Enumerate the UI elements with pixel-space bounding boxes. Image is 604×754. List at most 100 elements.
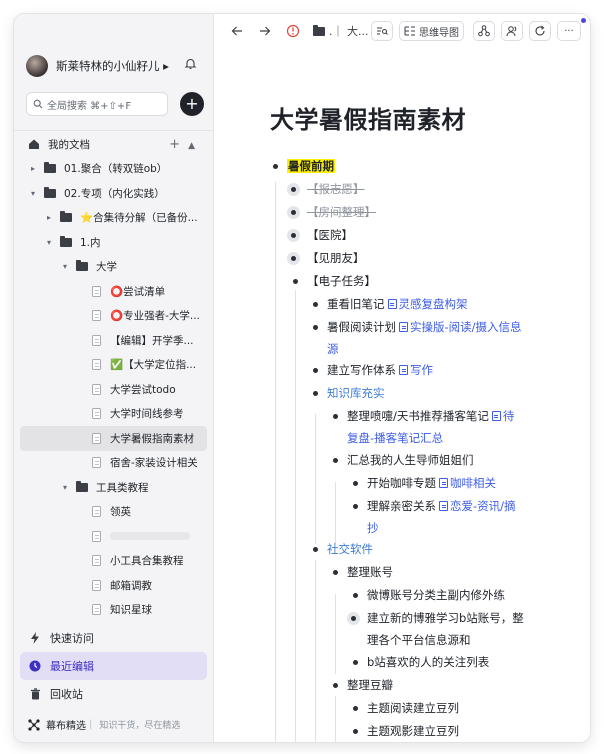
document-tree: 我的文档 + ▲ ▸ 01.聚合（转双链ob） ▾ 02.专项（内化实践） ▸ ⭐️合集… [14, 132, 213, 622]
tree-label: 02.专项（内化实践） [64, 187, 165, 200]
bullet-icon[interactable] [353, 660, 358, 665]
bullet-icon[interactable] [313, 547, 318, 552]
search-input[interactable]: 全局搜索 ⌘+⇧+F [26, 92, 168, 116]
chevron-down-icon[interactable]: ▾ [60, 262, 70, 271]
tree-item[interactable]: 知识星球 [14, 598, 213, 623]
outline-text: 建立写作体系 [327, 363, 396, 377]
bullet-icon[interactable] [313, 302, 318, 307]
outline-item[interactable]: b站喜欢的人的关注列表 [367, 651, 489, 673]
outline-item[interactable]: 主题观影建立豆列 [367, 720, 459, 742]
outline-item[interactable]: 【电子任务】 [307, 270, 376, 292]
outline-item[interactable]: 整理喷嚏/天书推荐播客笔记待复盘-播客笔记汇总 [347, 405, 547, 449]
collapsed-bullet-icon[interactable] [287, 206, 300, 219]
bullet-icon[interactable] [333, 683, 338, 688]
outline-text: 【电子任务】 [307, 274, 376, 288]
bullet-icon[interactable] [353, 729, 358, 734]
tree-item-blurred[interactable] [14, 524, 213, 549]
outline-item[interactable]: 汇总我的人生导师姐姐们 [347, 449, 474, 471]
collapsed-bullet-icon[interactable] [287, 183, 300, 196]
tree-item[interactable]: ✅【大学定位指... [14, 353, 213, 378]
outline-item[interactable]: 【报志愿】 [307, 178, 365, 200]
chevron-right-icon[interactable]: ▸ [28, 164, 38, 173]
bullet-icon[interactable] [313, 391, 318, 396]
outline-item[interactable]: 开始咖啡专题 咖啡相关 [367, 472, 496, 494]
add-button[interactable]: + [180, 92, 204, 116]
doc-link[interactable]: 复盘-播客笔记汇总 [347, 431, 443, 445]
collapsed-bullet-icon[interactable] [287, 252, 300, 265]
tree-item[interactable]: 小工具合集教程 [14, 549, 213, 574]
bullet-icon[interactable] [353, 481, 358, 486]
tree-root-my-docs[interactable]: 我的文档 + ▲ [14, 132, 213, 157]
outline-item[interactable]: 【医院】 [307, 224, 353, 246]
chevron-down-icon[interactable]: ▾ [44, 238, 54, 247]
bell-icon[interactable] [184, 57, 197, 73]
collapsed-bullet-icon[interactable] [347, 612, 360, 625]
tree-item[interactable]: 【编辑】开学季... [14, 328, 213, 353]
outline-item[interactable]: 重看旧笔记 灵感复盘构架 [327, 293, 468, 315]
bullet-icon[interactable] [293, 279, 298, 284]
tree-item[interactable]: ⭕专业强者-大学... [14, 304, 213, 329]
doc-link[interactable]: 写作 [410, 363, 433, 377]
tree-item[interactable]: ▾ 1.内 [14, 230, 213, 255]
chevron-down-icon[interactable]: ▾ [60, 483, 70, 492]
tree-item[interactable]: ▾ 大学 [14, 255, 213, 280]
collapsed-bullet-icon[interactable] [287, 229, 300, 242]
outline-item[interactable]: 知识库充实 [327, 382, 385, 404]
bullet-icon[interactable] [273, 164, 278, 169]
footer-brand[interactable]: 幕布精选 | 知识干货，尽在精选 [28, 717, 180, 732]
tree-item[interactable]: 邮箱调教 [14, 573, 213, 598]
bullet-icon[interactable] [333, 570, 338, 575]
outline-item[interactable]: 主题阅读建立豆列 [367, 697, 459, 719]
bullet-icon[interactable] [313, 325, 318, 330]
bullet-icon[interactable] [353, 593, 358, 598]
tree-item[interactable]: ▾ 02.专项（内化实践） [14, 181, 213, 206]
tree-item[interactable]: 大学尝试todo [14, 377, 213, 402]
chevron-down-icon[interactable]: ▾ [28, 189, 38, 198]
doc-link[interactable]: 实操版-阅读/摄入信息 [410, 320, 522, 334]
folder-icon [44, 186, 56, 198]
outline-item[interactable]: 微博账号分类主副内修外练 [367, 584, 505, 606]
doc-link[interactable]: 咖啡相关 [450, 476, 496, 490]
doc-link[interactable]: 恋爱-资讯/摘 [450, 499, 516, 513]
bullet-icon[interactable] [353, 504, 358, 509]
tree-item[interactable]: ▾ 工具类教程 [14, 475, 213, 500]
avatar[interactable] [26, 55, 48, 77]
outline-item[interactable]: 【见朋友】 [307, 247, 365, 269]
chevron-right-icon[interactable]: ▸ [44, 213, 54, 222]
outline-item[interactable]: 【房间整理】 [307, 201, 376, 223]
outline-item[interactable]: 建立新的博雅学习b站账号，整 理各个平台信息源和 [367, 607, 567, 651]
outline-item[interactable]: 整理豆瓣 [347, 674, 393, 696]
doc-link[interactable]: 待 [503, 409, 515, 423]
outline-item[interactable]: 理解亲密关系 恋爱-资讯/摘抄 [367, 495, 567, 539]
tree-item[interactable]: 领英 [14, 500, 213, 525]
nav-quick-access[interactable]: 快速访问 [14, 624, 213, 652]
user-header[interactable]: 斯莱特林的小仙籽儿 ▸ [26, 54, 201, 78]
doc-link[interactable]: 灵感复盘构架 [399, 297, 468, 311]
tree-item[interactable]: ▸ 01.聚合（转双链ob） [14, 157, 213, 182]
bullet-icon[interactable] [353, 706, 358, 711]
outline-item[interactable]: 社交软件 [327, 538, 373, 560]
folder-icon [44, 162, 56, 174]
tree-item[interactable]: ⭕尝试清单 [14, 279, 213, 304]
doc-link[interactable]: 源 [327, 342, 339, 356]
outline-item[interactable]: 暑假阅读计划 实操版-阅读/摄入信息源 [327, 316, 555, 360]
tree-item[interactable]: ▸ ⭐️合集待分解（已备份... [14, 206, 213, 231]
bullet-icon[interactable] [333, 458, 338, 463]
tree-item[interactable]: 宿舍-家装设计相关 [14, 451, 213, 476]
outline-item[interactable]: 整理账号 [347, 561, 393, 583]
document-icon [92, 359, 101, 371]
nav-recent-edits[interactable]: 最近编辑 [20, 652, 207, 680]
username[interactable]: 斯莱特林的小仙籽儿 ▸ [56, 58, 169, 74]
tree-item[interactable]: 大学时间线参考 [14, 402, 213, 427]
outline-item[interactable]: 建立写作体系 写作 [327, 359, 433, 381]
outline-item[interactable]: 暑假前期 [287, 155, 335, 177]
tree-item-selected[interactable]: 大学暑假指南素材 [20, 426, 207, 451]
tree-root-actions[interactable]: + ▲ [169, 137, 195, 152]
nav-trash[interactable]: 回收站 [14, 680, 213, 708]
tree-label: 大学暑假指南素材 [110, 432, 194, 445]
chevron-up-icon[interactable]: ▲ [188, 141, 195, 151]
bullet-icon[interactable] [333, 414, 338, 419]
tree-label: 小工具合集教程 [110, 555, 184, 568]
bullet-icon[interactable] [313, 368, 318, 373]
doc-link[interactable]: 抄 [367, 521, 379, 535]
